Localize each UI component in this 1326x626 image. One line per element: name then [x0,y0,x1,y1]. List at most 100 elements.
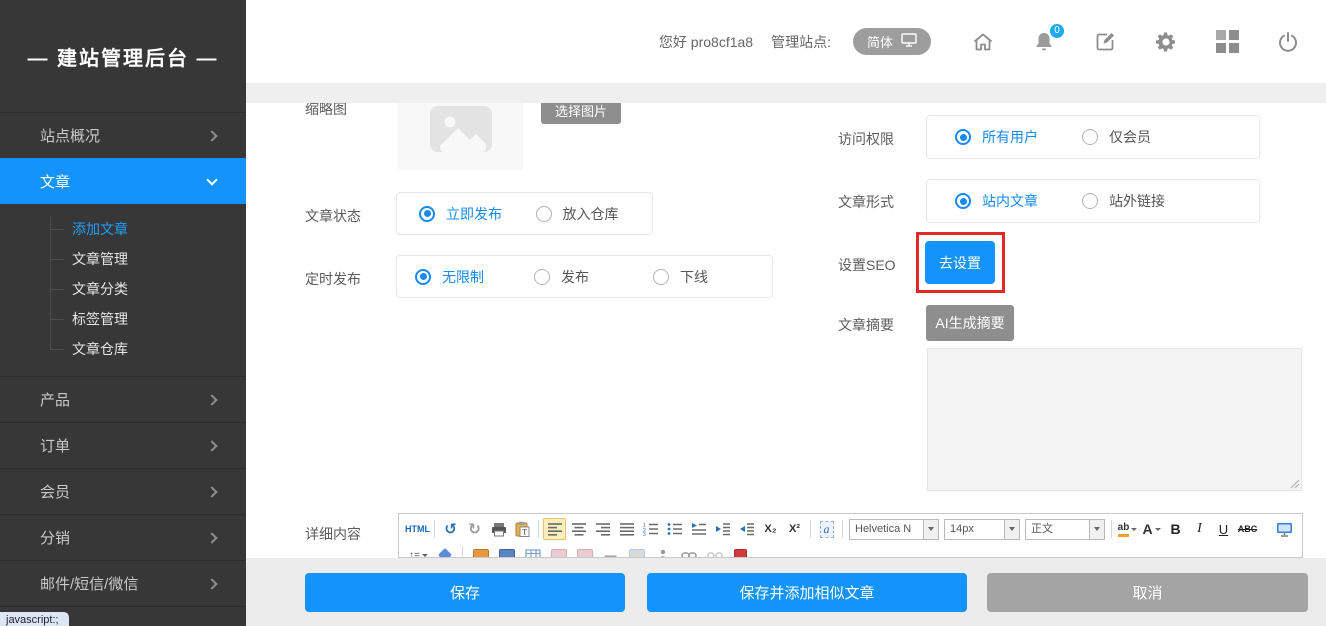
radio-publish-now[interactable]: 立即发布 [419,204,536,224]
redo-icon[interactable]: ↻ [463,518,486,540]
insert-video-icon[interactable] [495,544,518,558]
dropdown-caret-icon [1131,528,1137,531]
language-label: 简体 [867,32,893,51]
radio-all-users[interactable]: 所有用户 [955,127,1082,147]
sidebar-item-distribution[interactable]: 分销 [0,514,246,560]
ordered-list-icon[interactable]: 123 [639,518,662,540]
toolbar-row-2: ↕= — [399,542,1302,558]
print-icon[interactable] [487,518,510,540]
font-family-select[interactable]: Helvetica N [849,519,939,540]
radio-label: 站外链接 [1109,191,1165,211]
language-switch-button[interactable]: 简体 [853,28,931,55]
chevron-right-icon [206,532,217,543]
radio-offline-time[interactable]: 下线 [653,267,772,287]
radio-publish-time[interactable]: 发布 [534,267,653,287]
line-height-button[interactable]: ↕= [407,544,430,558]
remove-link-icon[interactable] [703,544,726,558]
article-form-label: 文章形式 [838,192,894,212]
font-color-button[interactable]: A [1140,518,1163,540]
paragraph-format-select[interactable]: 正文 [1025,519,1105,540]
html-source-button[interactable]: HTML [405,518,430,540]
save-button[interactable]: 保存 [305,573,625,612]
page-break-icon[interactable] [547,544,570,558]
insert-pdf-icon[interactable] [729,544,752,558]
sidebar-item-members[interactable]: 会员 [0,468,246,514]
font-color-glyph: A [1142,521,1152,537]
radio-no-limit[interactable]: 无限制 [415,267,534,287]
insert-link-icon[interactable] [677,544,700,558]
article-status-radio-group: 立即发布 放入仓库 [396,192,653,235]
save-and-add-similar-button[interactable]: 保存并添加相似文章 [647,573,967,612]
sidebar-item-mail-sms-wechat[interactable]: 邮件/短信/微信 [0,560,246,606]
summary-textarea-wrap [927,348,1302,491]
radio-members-only[interactable]: 仅会员 [1082,127,1209,147]
radio-icon [534,269,550,285]
power-icon[interactable] [1276,30,1300,54]
eraser-icon[interactable] [433,544,456,558]
anchor-glyph: a [820,521,834,538]
bold-button[interactable]: B [1164,518,1187,540]
split-cell-icon[interactable] [573,544,596,558]
cancel-button[interactable]: 取消 [987,573,1308,612]
first-line-indent-icon[interactable] [687,518,710,540]
seo-label: 设置SEO [838,255,896,275]
chevron-right-icon [206,394,217,405]
scheduled-radio-group: 无限制 发布 下线 [396,255,773,298]
submenu-item-article-category[interactable]: 文章分类 [0,274,246,304]
highlight-color-button[interactable]: ab [1116,518,1139,540]
superscript-button[interactable]: X² [783,518,806,540]
align-center-icon[interactable] [567,518,590,540]
strikethrough-button[interactable]: ABC [1236,518,1259,540]
sidebar-item-articles[interactable]: 文章 [0,158,246,204]
edit-icon[interactable] [1093,30,1117,54]
bell-icon[interactable]: 0 [1032,30,1056,54]
gear-icon[interactable] [1154,30,1178,54]
sidebar-item-site-overview[interactable]: 站点概况 [0,112,246,158]
radio-icon [1082,193,1098,209]
submenu-item-tag-manage[interactable]: 标签管理 [0,304,246,334]
fullscreen-monitor-icon[interactable] [1273,518,1296,540]
underline-button[interactable]: U [1212,518,1235,540]
dropdown-arrow-icon [923,520,938,539]
radio-external-link[interactable]: 站外链接 [1082,191,1209,211]
align-justify-icon[interactable] [615,518,638,540]
radio-label: 无限制 [442,267,484,287]
indent-increase-icon[interactable] [711,518,734,540]
resize-handle-icon[interactable] [1290,479,1300,489]
apps-grid-icon[interactable] [1215,30,1239,54]
access-label: 访问权限 [838,129,894,149]
summary-textarea[interactable] [927,348,1302,491]
sidebar-submenu: 添加文章 文章管理 文章分类 标签管理 文章仓库 [0,204,246,376]
paste-icon[interactable]: T [511,518,534,540]
header-icon-group: 0 [971,30,1300,54]
ai-generate-summary-button[interactable]: AI生成摘要 [926,305,1014,341]
sidebar-item-label: 站点概况 [40,125,100,146]
subscript-button[interactable]: X₂ [759,518,782,540]
font-size-select[interactable]: 14px [944,519,1020,540]
insert-image-icon[interactable] [469,544,492,558]
italic-button[interactable]: I [1188,518,1211,540]
submenu-item-article-warehouse[interactable]: 文章仓库 [0,334,246,364]
insert-table-icon[interactable] [521,544,544,558]
align-left-icon[interactable] [543,518,566,540]
undo-icon[interactable]: ↺ [439,518,462,540]
horizontal-rule-button[interactable]: — [599,544,622,558]
home-icon[interactable] [971,30,995,54]
link-status-tooltip: javascript:; [0,612,69,626]
indent-decrease-icon[interactable] [735,518,758,540]
sidebar-item-products[interactable]: 产品 [0,376,246,422]
anchor-button[interactable]: a [815,518,838,540]
image-gallery-icon[interactable] [625,544,648,558]
submenu-item-add-article[interactable]: 添加文章 [0,214,246,244]
anchor-person-icon[interactable] [651,544,674,558]
sidebar-item-orders[interactable]: 订单 [0,422,246,468]
chevron-right-icon [206,440,217,451]
radio-to-warehouse[interactable]: 放入仓库 [536,204,653,224]
unordered-list-icon[interactable] [663,518,686,540]
radio-onsite-article[interactable]: 站内文章 [955,191,1082,211]
monitor-icon [901,33,917,50]
font-size-value: 14px [945,520,1004,539]
align-right-icon[interactable] [591,518,614,540]
submenu-item-article-manage[interactable]: 文章管理 [0,244,246,274]
seo-setup-button[interactable]: 去设置 [925,241,995,284]
